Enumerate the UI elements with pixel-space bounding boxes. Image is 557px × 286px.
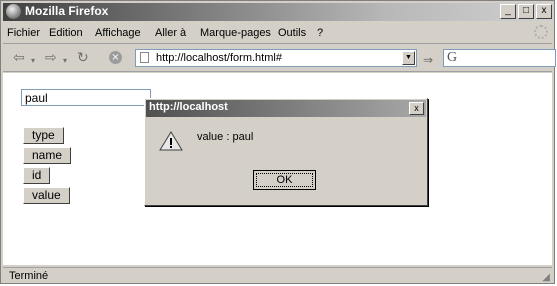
forward-dropdown-icon[interactable]: ▾ [63,54,67,68]
ok-button[interactable]: OK [253,170,316,190]
menu-marque-pages[interactable]: Marque-pages [200,27,271,39]
minimize-button[interactable]: _ [500,4,516,19]
firefox-icon [6,4,21,19]
menu-outils[interactable]: Outils [278,27,306,39]
status-text: Terminé [9,270,49,282]
window-controls: _ □ x [500,4,552,19]
alert-dialog: http://localhost x value : paul OK [144,98,428,206]
id-button[interactable]: id [23,167,51,184]
google-icon: G [447,50,458,65]
navigation-toolbar: ⇦ ▾ ⇨ ▾ ↻ × http://localhost/form.html# … [3,45,556,72]
title-bar: Mozilla Firefox _ □ x [3,3,552,21]
resize-grip-icon[interactable]: ◢ [542,272,550,283]
back-dropdown-icon[interactable]: ▾ [31,54,35,68]
value-button[interactable]: value [23,187,70,204]
ok-focus-ring [256,173,313,187]
dialog-close-button[interactable]: x [409,102,424,115]
dialog-title-bar: http://localhost x [146,100,426,117]
menu-help[interactable]: ? [317,27,323,39]
menu-edition[interactable]: Edition [49,27,83,39]
menu-fichier[interactable]: Fichier [7,27,40,39]
maximize-button[interactable]: □ [518,4,534,19]
close-window-button[interactable]: x [536,4,552,19]
go-icon[interactable]: ⇒ [423,53,433,67]
warning-icon [159,131,183,151]
type-button[interactable]: type [23,127,64,144]
forward-arrow-icon[interactable]: ⇨ [45,51,57,65]
text-input[interactable]: paul [21,89,151,106]
page-icon [140,52,149,63]
reload-icon[interactable]: ↻ [77,51,89,65]
back-arrow-icon[interactable]: ⇦ [13,51,25,65]
url-bar[interactable]: http://localhost/form.html# ▼ [135,49,417,67]
menu-aller-a[interactable]: Aller à [155,27,186,39]
menu-affichage[interactable]: Affichage [95,27,141,39]
throbber-icon [534,25,548,39]
name-button[interactable]: name [23,147,72,164]
url-text: http://localhost/form.html# [156,52,282,64]
window-title: Mozilla Firefox [25,4,109,18]
dialog-message: value : paul [197,131,254,143]
url-dropdown-button[interactable]: ▼ [402,51,415,65]
status-bar: Terminé ◢ [3,267,552,284]
menu-bar: Fichier Edition Affichage Aller à Marque… [3,23,552,44]
stop-icon[interactable]: × [109,51,122,64]
dialog-title: http://localhost [149,101,228,113]
search-box[interactable]: G [443,49,556,67]
